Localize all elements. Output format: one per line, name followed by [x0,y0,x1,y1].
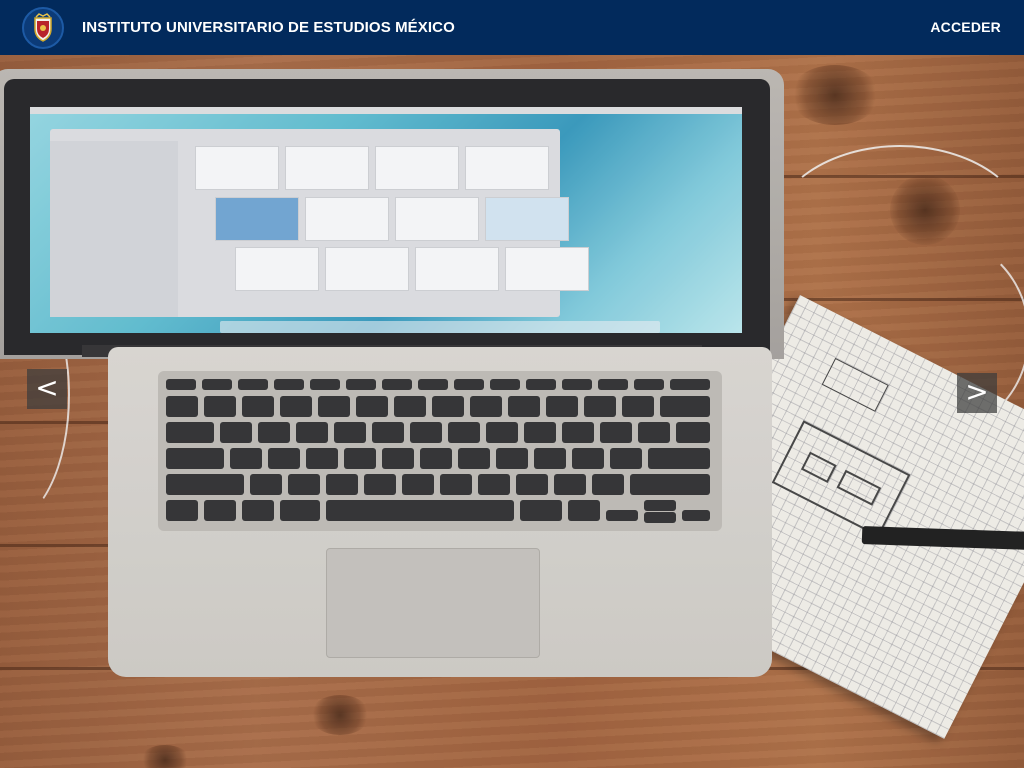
shield-crest-icon[interactable] [22,7,64,49]
hero-carousel: < > [0,55,1024,768]
slide-image [0,55,1024,768]
carousel-next-button[interactable]: > [957,373,997,413]
site-title[interactable]: INSTITUTO UNIVERSITARIO DE ESTUDIOS MÉXI… [82,19,455,36]
login-link[interactable]: ACCEDER [930,19,1001,35]
site-header: INSTITUTO UNIVERSITARIO DE ESTUDIOS MÉXI… [0,0,1024,55]
carousel-prev-button[interactable]: < [27,369,67,409]
